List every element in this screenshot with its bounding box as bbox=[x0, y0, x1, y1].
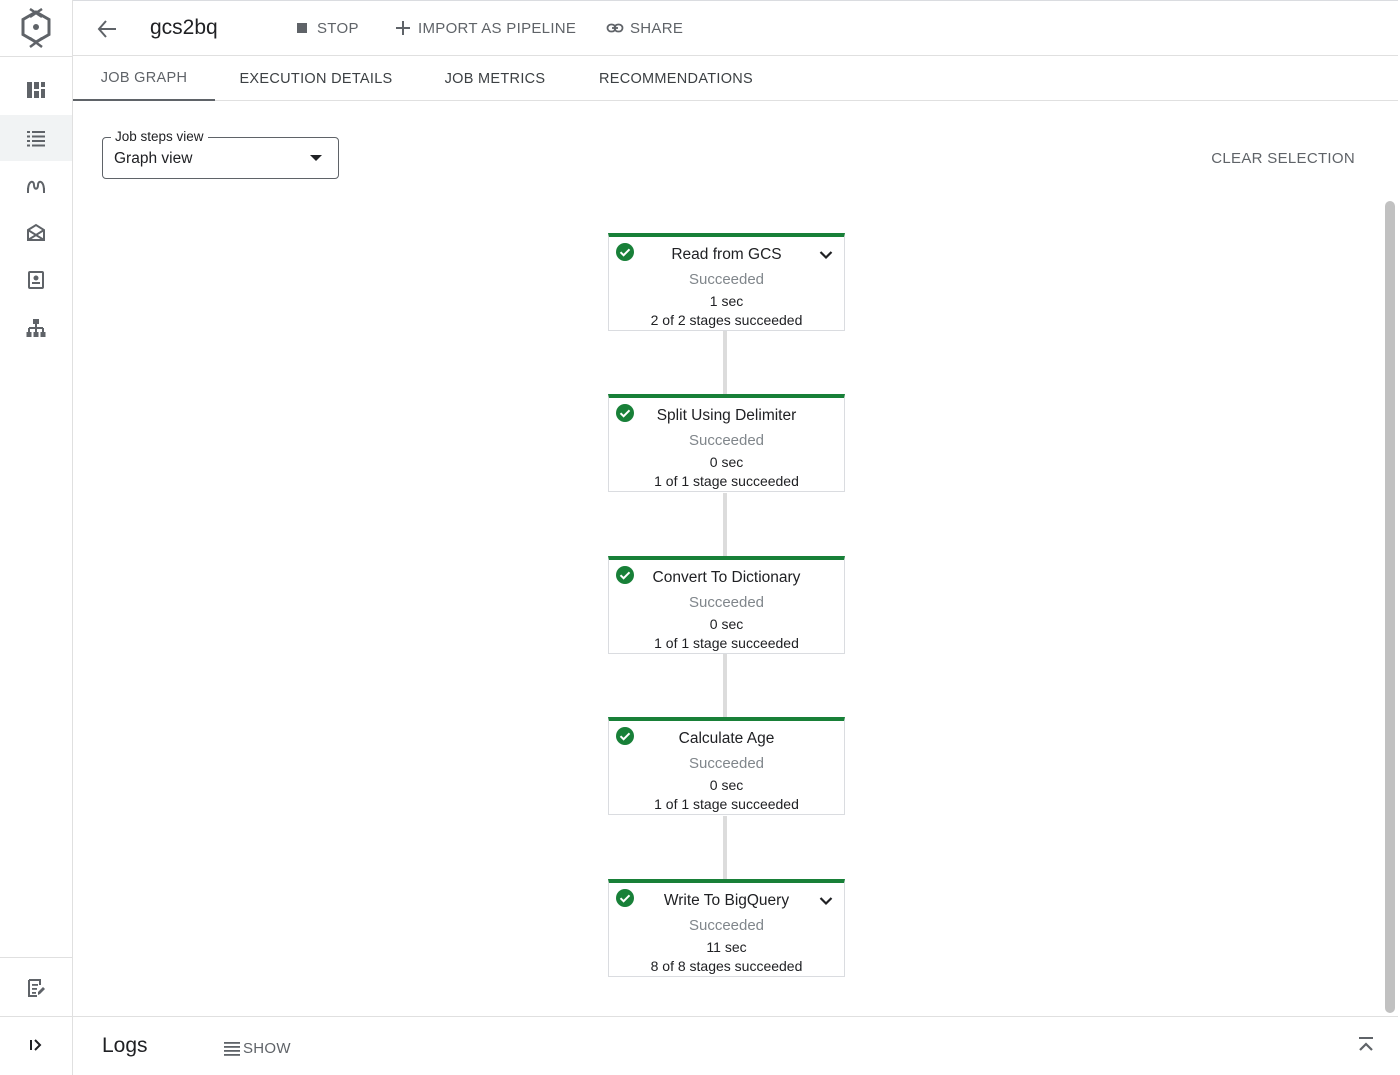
logs-show-label: SHOW bbox=[243, 1039, 291, 1057]
step-node-write-to-bigquery[interactable]: Write To BigQuery Succeeded 11 sec 8 of … bbox=[608, 879, 845, 977]
share-button[interactable]: SHARE bbox=[606, 19, 683, 37]
expand-rail-icon bbox=[30, 1039, 42, 1051]
tab-job-graph[interactable]: JOB GRAPH bbox=[73, 57, 215, 101]
logs-title: Logs bbox=[102, 1034, 148, 1057]
step-stages: 2 of 2 stages succeeded bbox=[650, 312, 803, 328]
job-steps-view-label: Job steps view bbox=[111, 129, 208, 144]
graph-edge bbox=[723, 654, 727, 717]
graph-edge bbox=[723, 493, 727, 556]
job-steps-view-value: Graph view bbox=[114, 150, 193, 167]
step-node-calculate-age[interactable]: Calculate Age Succeeded 0 sec 1 of 1 sta… bbox=[608, 717, 845, 815]
stop-button[interactable]: STOP bbox=[293, 19, 359, 37]
dataflow-logo-icon[interactable] bbox=[18, 8, 54, 48]
nav-snapshots[interactable] bbox=[0, 305, 72, 351]
step-duration: 0 sec bbox=[709, 616, 744, 632]
workbench-icon bbox=[27, 223, 45, 241]
graph-edge bbox=[723, 816, 727, 879]
notebooks-icon bbox=[28, 271, 44, 289]
step-stages: 1 of 1 stage succeeded bbox=[654, 473, 799, 489]
job-title: gcs2bq bbox=[150, 16, 218, 39]
step-node-convert-to-dictionary[interactable]: Convert To Dictionary Succeeded 0 sec 1 … bbox=[608, 556, 845, 654]
back-button[interactable] bbox=[93, 15, 121, 43]
nav-workbench[interactable] bbox=[0, 210, 72, 256]
job-steps-view-select[interactable]: Job steps view Graph view bbox=[102, 129, 339, 179]
step-stages: 1 of 1 stage succeeded bbox=[654, 796, 799, 812]
step-duration: 0 sec bbox=[709, 777, 744, 793]
logs-show-button[interactable]: SHOW bbox=[223, 1039, 291, 1057]
step-title: Read from GCS bbox=[671, 246, 782, 263]
expand-up-icon[interactable] bbox=[1356, 1035, 1376, 1055]
nav-notebooks[interactable] bbox=[0, 257, 72, 303]
step-node-read-from-gcs[interactable]: Read from GCS Succeeded 1 sec 2 of 2 sta… bbox=[608, 233, 845, 331]
logs-panel: Logs SHOW bbox=[73, 1016, 1398, 1075]
nav-release-notes[interactable] bbox=[0, 965, 72, 1011]
nav-pipelines[interactable] bbox=[0, 162, 72, 208]
step-title: Split Using Delimiter bbox=[656, 407, 797, 424]
tab-recommendations[interactable]: RECOMMENDATIONS bbox=[587, 57, 765, 101]
graph-edge bbox=[723, 331, 727, 394]
left-nav-rail bbox=[0, 0, 73, 1075]
step-node-split-using-delimiter[interactable]: Split Using Delimiter Succeeded 0 sec 1 … bbox=[608, 394, 845, 492]
step-status: Succeeded bbox=[688, 917, 765, 934]
step-status: Succeeded bbox=[688, 594, 765, 611]
share-label: SHARE bbox=[630, 19, 684, 37]
expand-rail-button[interactable] bbox=[0, 1022, 72, 1068]
link-icon bbox=[606, 23, 624, 33]
stop-icon bbox=[297, 23, 307, 33]
dropdown-arrow-icon bbox=[310, 155, 322, 161]
jobs-list-icon bbox=[27, 131, 45, 147]
pipelines-icon bbox=[27, 180, 45, 193]
clear-selection-button[interactable]: CLEAR SELECTION bbox=[1211, 150, 1355, 167]
nav-jobs[interactable] bbox=[0, 115, 72, 161]
step-title: Write To BigQuery bbox=[663, 892, 790, 909]
arrow-back-icon bbox=[97, 20, 116, 38]
nav-dashboard[interactable] bbox=[0, 67, 72, 113]
release-notes-icon bbox=[28, 979, 45, 997]
menu-lines-icon bbox=[224, 1042, 240, 1056]
job-tabs: JOB GRAPH EXECUTION DETAILS JOB METRICS … bbox=[73, 57, 1398, 101]
step-title: Calculate Age bbox=[678, 730, 775, 747]
dashboard-icon bbox=[27, 82, 45, 98]
hierarchy-icon bbox=[26, 319, 46, 337]
vertical-scrollbar[interactable] bbox=[1385, 201, 1395, 1013]
step-duration: 11 sec bbox=[706, 939, 747, 955]
step-status: Succeeded bbox=[688, 271, 765, 288]
step-status: Succeeded bbox=[688, 755, 765, 772]
step-stages: 1 of 1 stage succeeded bbox=[654, 635, 799, 651]
step-title: Convert To Dictionary bbox=[652, 569, 801, 586]
tab-execution-details[interactable]: EXECUTION DETAILS bbox=[230, 57, 402, 101]
plus-icon bbox=[396, 21, 410, 35]
import-as-pipeline-button[interactable]: IMPORT AS PIPELINE bbox=[394, 19, 576, 37]
job-graph-panel: Job steps view Graph view CLEAR SELECTIO… bbox=[73, 101, 1398, 1016]
step-status: Succeeded bbox=[688, 432, 765, 449]
step-stages: 8 of 8 stages succeeded bbox=[650, 958, 803, 974]
tab-job-metrics[interactable]: JOB METRICS bbox=[431, 57, 559, 101]
step-duration: 0 sec bbox=[709, 454, 744, 470]
job-header: gcs2bq STOP IMPORT AS PIPELINE SHARE bbox=[73, 0, 1398, 56]
step-duration: 1 sec bbox=[709, 293, 744, 309]
import-label: IMPORT AS PIPELINE bbox=[418, 19, 577, 37]
stop-label: STOP bbox=[317, 19, 359, 37]
